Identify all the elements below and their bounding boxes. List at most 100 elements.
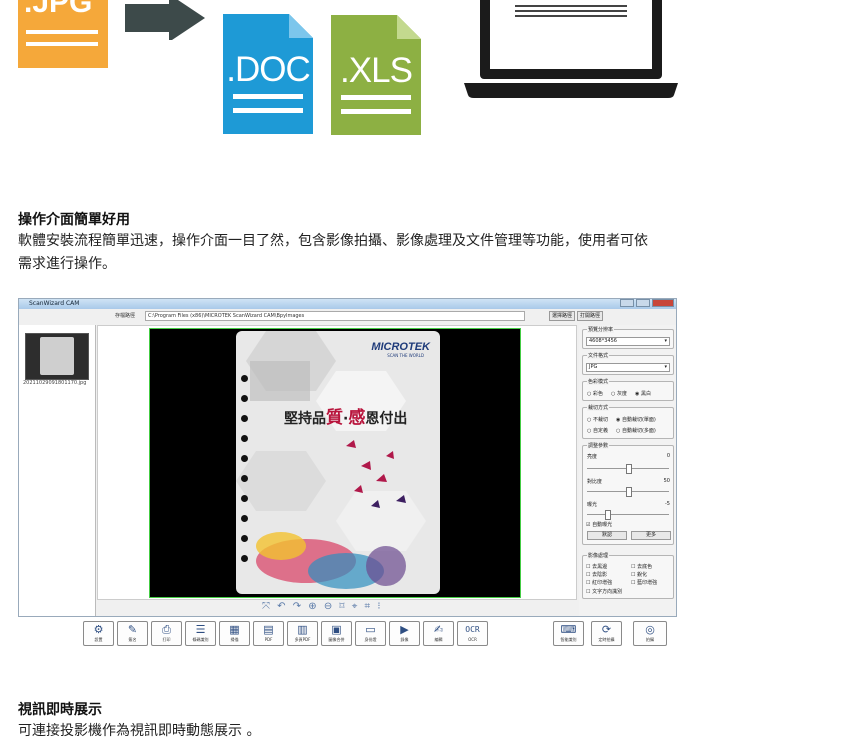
ocr-button[interactable]: OCR OCR xyxy=(457,621,488,646)
pdf-icon: ▤ xyxy=(263,623,274,636)
thumbnail-filename: 20211029091801170.jpg xyxy=(23,380,87,386)
opt-remove-black-edge[interactable]: ☐ 去黑邊 xyxy=(586,563,607,570)
multi-pdf-button[interactable]: ▥ 多頁PDF xyxy=(287,621,318,646)
crop-opt-none[interactable]: ○ 不裁切 xyxy=(587,416,608,423)
brightness-label: 亮度 xyxy=(587,454,598,460)
print-icon: ⎙ xyxy=(162,623,171,636)
color-mode-group: 色彩模式 ○ 彩色 ○ 灰度 ◉ 黑白 xyxy=(582,378,674,401)
arrow-right-icon xyxy=(125,0,205,40)
barcode-button[interactable]: ☰ 條碼識別 xyxy=(185,621,216,646)
capture-button[interactable]: ◎ 拍攝 xyxy=(633,621,667,646)
edit-icon: ✍ xyxy=(433,623,444,636)
resolution-select[interactable]: 4608*3456 xyxy=(586,337,670,346)
sign-button[interactable]: ✎ 簽名 xyxy=(117,621,148,646)
section-heading-video: 視訊即時展示 xyxy=(18,702,102,718)
sign-icon: ✎ xyxy=(127,623,138,636)
path-row: 存檔路徑 C:\Program Files (x86)\MICROTEK Sca… xyxy=(115,310,675,323)
slider-knob[interactable] xyxy=(605,510,611,520)
merge-label: 圖像合併 xyxy=(328,637,345,642)
settings-button[interactable]: ⚙ 設置 xyxy=(83,621,114,646)
maximize-button[interactable] xyxy=(636,299,650,307)
record-button[interactable]: ▶ 錄像 xyxy=(389,621,420,646)
print-button[interactable]: ⎙ 打印 xyxy=(151,621,182,646)
resolution-group: 預覽分辨率 4608*3456 xyxy=(582,326,674,349)
thumbnail-image[interactable] xyxy=(25,333,89,380)
edit-label: 編輯 xyxy=(434,637,443,642)
pdf-button[interactable]: ▤ PDF xyxy=(253,621,284,646)
crop-group: 裁切方式 ○ 不裁切 ◉ 自動裁切(單面) ○ 自定義 ○ 自動裁切(多面) xyxy=(582,404,674,439)
record-label: 錄像 xyxy=(400,637,409,642)
xls-label: .XLS xyxy=(340,51,413,90)
preview-toolbar[interactable]: ⤧ ↶ ↷ ⊕ ⊖ ⌑ ⌖ ⌗ ⁝ xyxy=(262,601,432,615)
doc-label: .DOC xyxy=(226,50,311,89)
contrast-slider[interactable] xyxy=(587,487,669,497)
multi-pdf-label: 多頁PDF xyxy=(294,637,311,642)
scanned-brochure: MICROTEK SCAN THE WORLD 堅持品質·感恩付出 xyxy=(236,331,440,594)
default-button[interactable]: 默認 xyxy=(587,531,627,540)
slider-knob[interactable] xyxy=(626,487,632,497)
brochure-artwork xyxy=(236,331,426,589)
record-icon: ▶ xyxy=(400,623,409,636)
timer-button[interactable]: ⟳ 定時拍攝 xyxy=(591,621,622,646)
edit-button[interactable]: ✍ 編輯 xyxy=(423,621,454,646)
brochure-slogan: 堅持品質·感恩付出 xyxy=(284,408,408,428)
opt-red-enhance[interactable]: ☐ 紅印增強 xyxy=(586,579,612,586)
minimize-button[interactable] xyxy=(620,299,634,307)
brochure-brand: MICROTEK xyxy=(371,341,430,353)
opt-sharpen[interactable]: ☐ 銳化 xyxy=(631,571,647,578)
crop-opt-custom[interactable]: ○ 自定義 xyxy=(587,427,608,434)
window-title: ScanWizard CAM xyxy=(29,300,80,307)
doc-file-icon: .DOC xyxy=(223,14,313,134)
close-button[interactable] xyxy=(652,299,674,307)
opt-text-direction[interactable]: ☐ 文字方向識別 xyxy=(586,588,622,595)
open-path-button[interactable]: 打開路徑 xyxy=(577,311,603,321)
settings-icon: ⚙ xyxy=(93,623,104,636)
timer-icon: ⟳ xyxy=(601,623,612,636)
section-heading-ui: 操作介面簡單好用 xyxy=(18,212,130,228)
thumbnail-panel: 20211029091801170.jpg xyxy=(19,325,96,616)
color-opt-bw[interactable]: ◉ 黑白 xyxy=(635,390,651,397)
file-line xyxy=(26,42,98,46)
contrast-value: 50 xyxy=(663,478,670,484)
settings-label: 設置 xyxy=(94,637,103,642)
crop-opt-auto-single[interactable]: ◉ 自動裁切(單面) xyxy=(616,416,656,423)
image-process-group: 影像處理 ☐ 去黑邊 ☐ 去底色 ☐ 去陰影 ☐ 銳化 ☐ 紅印增強 ☐ 藍印增… xyxy=(582,552,674,599)
more-button[interactable]: 更多 xyxy=(631,531,671,540)
laptop-icon xyxy=(464,0,678,98)
crop-opt-auto-multi[interactable]: ○ 自動裁切(多面) xyxy=(616,427,656,434)
multi-pdf-icon: ▥ xyxy=(297,623,308,636)
id-card-button[interactable]: ▭ 身份證 xyxy=(355,621,386,646)
format-select[interactable]: JPG xyxy=(586,363,670,372)
merge-icon: ▣ xyxy=(331,623,342,636)
scan-button[interactable]: ▦ 掃描 xyxy=(219,621,250,646)
color-opt-color[interactable]: ○ 彩色 xyxy=(587,390,603,397)
browse-path-button[interactable]: 選擇路徑 xyxy=(549,311,575,321)
auto-exposure-checkbox[interactable]: ☑ 自動曝光 xyxy=(586,521,612,528)
smart-button[interactable]: ⌨ 智能識別 xyxy=(553,621,584,646)
exposure-slider[interactable] xyxy=(587,510,669,520)
sign-label: 簽名 xyxy=(128,637,137,642)
brochure-brand-sub: SCAN THE WORLD xyxy=(387,353,424,358)
contrast-label: 對比度 xyxy=(587,479,603,485)
format-group: 文件格式 JPG xyxy=(582,352,674,375)
smart-icon: ⌨ xyxy=(560,623,577,636)
slider-knob[interactable] xyxy=(626,464,632,474)
pdf-label: PDF xyxy=(264,637,273,642)
merge-button[interactable]: ▣ 圖像合併 xyxy=(321,621,352,646)
print-label: 打印 xyxy=(162,637,171,642)
path-input[interactable]: C:\Program Files (x86)\MICROTEK ScanWiza… xyxy=(145,311,525,321)
section-body-video: 可連接投影機作為視訊即時動態展示 。 xyxy=(18,723,261,739)
barcode-label: 條碼識別 xyxy=(192,637,209,642)
opt-blue-enhance[interactable]: ☐ 藍印增強 xyxy=(631,579,657,586)
opt-remove-shadow[interactable]: ☐ 去陰影 xyxy=(586,571,607,578)
binder-holes xyxy=(241,375,248,575)
capture-icon: ◎ xyxy=(645,623,655,636)
brightness-value: 0 xyxy=(666,453,670,459)
color-opt-gray[interactable]: ○ 灰度 xyxy=(611,390,627,397)
scan-icon: ▦ xyxy=(229,623,240,636)
brightness-slider[interactable] xyxy=(587,464,669,474)
opt-remove-background[interactable]: ☐ 去底色 xyxy=(631,563,652,570)
app-window: ScanWizard CAM 存檔路徑 C:\Program Files (x8… xyxy=(18,298,677,617)
capture-label: 拍攝 xyxy=(646,637,654,642)
file-line xyxy=(26,30,98,34)
